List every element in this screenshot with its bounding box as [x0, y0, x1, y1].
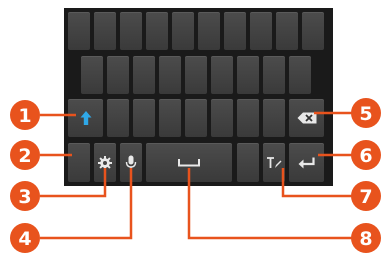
callout-label: 5 — [359, 103, 372, 125]
callout-label: 4 — [18, 228, 31, 250]
callout-7-leader — [281, 168, 352, 198]
callout-badge-4: 4 — [10, 223, 40, 253]
callout-badge-2: 2 — [10, 140, 40, 170]
callout-label: 2 — [18, 145, 31, 167]
callout-4-leader — [40, 168, 133, 240]
callout-badge-1: 1 — [10, 100, 40, 130]
callout-label: 8 — [359, 228, 372, 250]
callout-badge-7: 7 — [351, 181, 381, 211]
callout-badge-5: 5 — [351, 98, 381, 128]
callout-8-leader — [187, 168, 352, 240]
callout-3-leader — [40, 168, 107, 198]
callout-badge-8: 8 — [351, 223, 381, 253]
callout-overlay: 1 2 3 4 5 6 7 8 — [10, 98, 381, 253]
callout-badge-6: 6 — [351, 140, 381, 170]
callout-label: 1 — [18, 105, 31, 127]
callout-badge-3: 3 — [10, 181, 40, 211]
callout-label: 6 — [359, 145, 372, 167]
callout-label: 7 — [359, 186, 372, 208]
callout-label: 3 — [18, 186, 31, 208]
